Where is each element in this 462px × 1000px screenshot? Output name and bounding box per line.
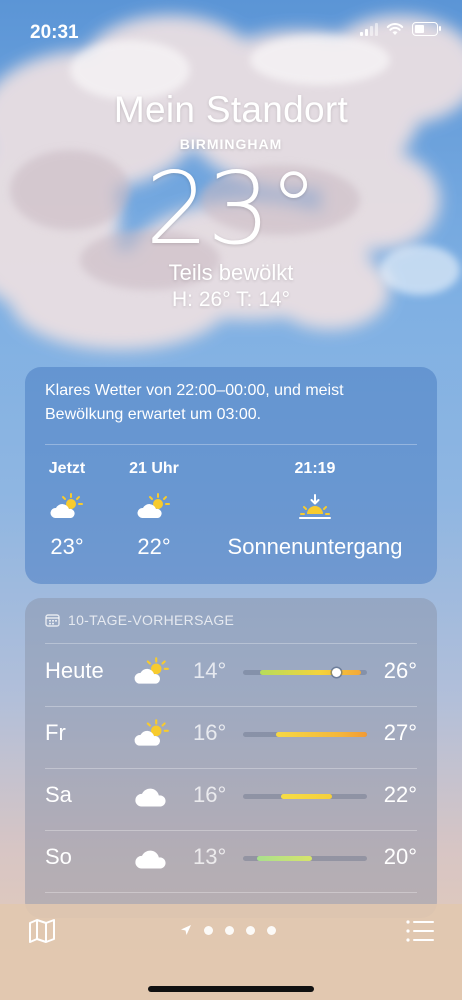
divider bbox=[45, 892, 417, 893]
hour-label: Jetzt bbox=[48, 460, 86, 477]
current-temperature: 23° bbox=[145, 150, 318, 267]
calendar-icon bbox=[45, 614, 60, 627]
ten-day-forecast-card[interactable]: 10-TAGE-VORHERSAGE Heute 14° 26° Fr 16° … bbox=[25, 598, 437, 918]
cellular-signal-icon bbox=[360, 22, 378, 36]
sunset-label: Sonnenuntergang bbox=[227, 534, 403, 559]
sunset-icon bbox=[299, 494, 331, 519]
forecast-header-label: 10-TAGE-VORHERSAGE bbox=[68, 612, 235, 628]
forecast-day: Fr bbox=[45, 720, 66, 745]
temperature-range-bar bbox=[243, 794, 367, 799]
temperature-range-fill bbox=[281, 794, 333, 799]
current-temperature-marker bbox=[332, 668, 341, 677]
forecast-day: So bbox=[45, 844, 72, 869]
page-indicator[interactable] bbox=[180, 924, 276, 936]
forecast-row[interactable]: So 13° 20° bbox=[45, 830, 417, 892]
forecast-row[interactable]: Sa 16° 22° bbox=[45, 768, 417, 830]
battery-icon bbox=[412, 22, 441, 36]
high-low-temperature: H: 26° T: 14° bbox=[172, 288, 290, 311]
page-dot bbox=[267, 925, 276, 935]
partly-cloudy-sun-icon bbox=[50, 493, 83, 518]
hour-label: 21 Uhr bbox=[129, 460, 179, 477]
weather-condition: Teils bewölkt bbox=[168, 260, 294, 285]
map-icon[interactable] bbox=[28, 918, 56, 944]
temperature-range-fill bbox=[256, 856, 313, 861]
forecast-high: 26° bbox=[383, 658, 417, 683]
partly-cloudy-sun-icon bbox=[134, 719, 169, 746]
cloud-icon bbox=[135, 850, 166, 869]
current-weather: Mein Standort BIRMINGHAM 23° Teils bewöl… bbox=[0, 88, 462, 312]
forecast-header: 10-TAGE-VORHERSAGE bbox=[45, 612, 234, 628]
cloud-icon bbox=[135, 788, 166, 807]
partly-cloudy-sun-icon bbox=[134, 657, 169, 684]
hourly-item-sunset: 21:19 Sonnenuntergang bbox=[211, 460, 419, 560]
forecast-high: 22° bbox=[383, 782, 417, 807]
wifi-icon bbox=[386, 23, 404, 35]
hourly-item-21: 21 Uhr 22° bbox=[123, 460, 185, 560]
forecast-row[interactable]: Heute 14° 26° bbox=[45, 644, 417, 706]
forecast-high: 27° bbox=[383, 720, 417, 745]
forecast-high: 20° bbox=[383, 844, 417, 869]
hour-temperature: 22° bbox=[137, 534, 171, 559]
page-dot bbox=[246, 925, 255, 935]
page-dot bbox=[225, 925, 234, 935]
forecast-low: 16° bbox=[193, 782, 227, 807]
temperature-range-fill bbox=[260, 670, 361, 675]
location-title: Mein Standort bbox=[113, 89, 349, 130]
hour-temperature: 23° bbox=[50, 534, 84, 559]
forecast-day: Heute bbox=[45, 658, 104, 683]
weather-summary: Klares Wetter von 22:00–00:00, und meist… bbox=[45, 382, 344, 423]
hourly-forecast-card[interactable]: Klares Wetter von 22:00–00:00, und meist… bbox=[25, 367, 437, 584]
home-indicator bbox=[148, 986, 314, 992]
hourly-item-now: Jetzt 23° bbox=[43, 460, 91, 560]
forecast-low: 16° bbox=[193, 720, 227, 745]
page-dot bbox=[204, 925, 213, 935]
location-arrow-icon bbox=[181, 925, 191, 935]
bottom-toolbar bbox=[0, 904, 462, 1000]
forecast-day: Sa bbox=[45, 782, 72, 807]
temperature-range-bar bbox=[243, 668, 367, 677]
forecast-low: 14° bbox=[193, 658, 227, 683]
divider bbox=[45, 444, 417, 445]
temperature-range-bar bbox=[243, 856, 367, 861]
hour-label: 21:19 bbox=[294, 460, 336, 477]
status-bar: 20:31 bbox=[0, 0, 462, 56]
list-icon[interactable] bbox=[406, 920, 434, 942]
partly-cloudy-sun-icon bbox=[137, 493, 170, 518]
status-time: 20:31 bbox=[30, 22, 79, 43]
forecast-low: 13° bbox=[193, 844, 227, 869]
temperature-range-fill bbox=[276, 732, 367, 737]
status-icons bbox=[360, 22, 441, 36]
forecast-row[interactable]: Fr 16° 27° bbox=[45, 706, 417, 768]
temperature-range-bar bbox=[243, 732, 367, 737]
